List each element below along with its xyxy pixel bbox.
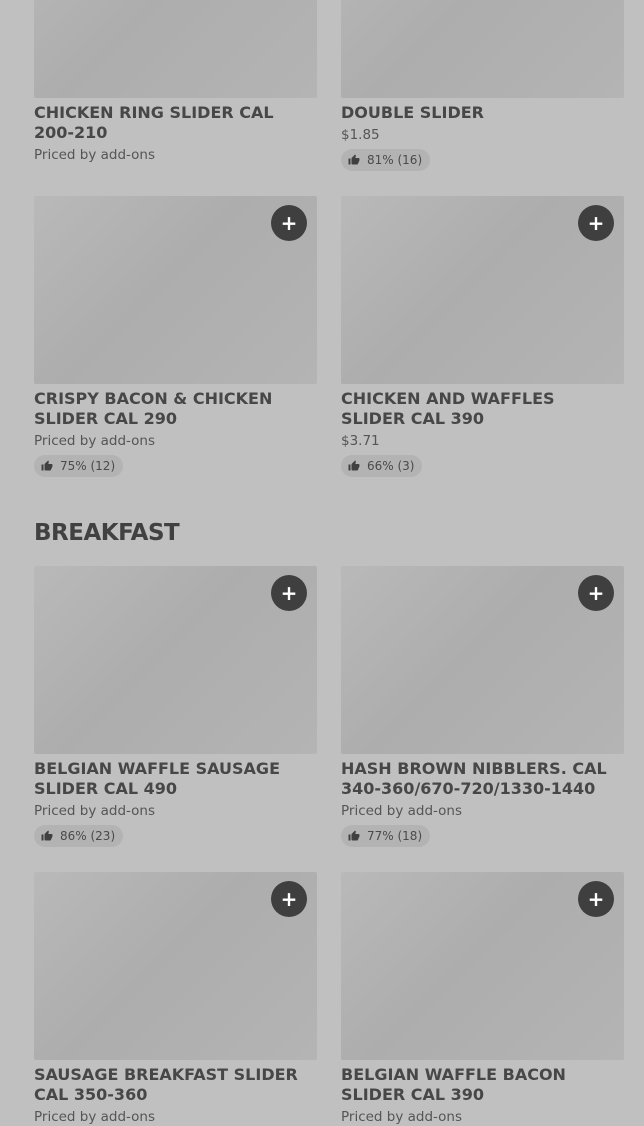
item-price: Priced by add-ons (34, 803, 156, 819)
add-item-button[interactable]: + (578, 205, 614, 241)
menu-item-card[interactable]: + BELGIAN WAFFLE SAUSAGE SLIDER CAL 490 … (34, 566, 317, 847)
item-image[interactable]: + (341, 872, 624, 1060)
item-title: BELGIAN WAFFLE BACON SLIDER CAL 390 (341, 1065, 566, 1104)
menu-item-card[interactable]: CHICKEN RING SLIDER CAL 200-210 Priced b… (34, 0, 317, 164)
add-item-button[interactable]: + (271, 575, 307, 611)
thumbs-up-icon (348, 460, 360, 471)
rating-badge: 77% (18) (341, 825, 431, 847)
item-title: CHICKEN RING SLIDER CAL 200-210 (34, 103, 274, 142)
plus-icon: + (587, 886, 605, 911)
item-price: Priced by add-ons (34, 433, 156, 449)
item-title: CRISPY BACON & CHICKEN SLIDER CAL 290 (34, 389, 273, 428)
menu-item-card[interactable]: + BELGIAN WAFFLE BACON SLIDER CAL 390 Pr… (341, 872, 624, 1126)
item-price: Priced by add-ons (34, 147, 156, 163)
thumbs-up-icon (348, 830, 360, 841)
item-image[interactable] (341, 0, 624, 98)
item-price: Priced by add-ons (341, 1109, 463, 1125)
item-price: Priced by add-ons (34, 1109, 156, 1125)
item-title: DOUBLE SLIDER (341, 103, 484, 122)
item-image[interactable]: + (341, 566, 624, 754)
plus-icon: + (587, 580, 605, 605)
add-item-button[interactable]: + (271, 881, 307, 917)
menu-item-card[interactable]: + CRISPY BACON & CHICKEN SLIDER CAL 290 … (34, 196, 317, 477)
menu-item-card[interactable]: + HASH BROWN NIBBLERS. CAL 340-360/670-7… (341, 566, 624, 847)
section-title: BREAKFAST (34, 520, 180, 546)
thumbs-up-icon (348, 154, 360, 165)
item-title: HASH BROWN NIBBLERS. CAL 340-360/670-720… (341, 759, 607, 798)
item-image[interactable]: + (34, 566, 317, 754)
item-image[interactable]: + (34, 872, 317, 1060)
rating-text: 75% (12) (60, 459, 116, 473)
rating-text: 77% (18) (367, 829, 423, 843)
add-item-button[interactable]: + (578, 575, 614, 611)
rating-badge: 75% (12) (34, 455, 124, 477)
plus-icon: + (280, 210, 298, 235)
menu-page: CHICKEN RING SLIDER CAL 200-210 Priced b… (0, 0, 644, 1125)
plus-icon: + (280, 580, 298, 605)
menu-item-card[interactable]: + CHICKEN AND WAFFLES SLIDER CAL 390 $3.… (341, 196, 624, 477)
plus-icon: + (587, 210, 605, 235)
item-title: BELGIAN WAFFLE SAUSAGE SLIDER CAL 490 (34, 759, 280, 798)
plus-icon: + (280, 886, 298, 911)
item-image[interactable]: + (341, 196, 624, 384)
item-title: SAUSAGE BREAKFAST SLIDER CAL 350-360 (34, 1065, 298, 1104)
add-item-button[interactable]: + (271, 205, 307, 241)
menu-item-card[interactable]: DOUBLE SLIDER $1.85 81% (16) (341, 0, 624, 171)
menu-item-card[interactable]: + SAUSAGE BREAKFAST SLIDER CAL 350-360 P… (34, 872, 317, 1126)
add-item-button[interactable]: + (578, 881, 614, 917)
rating-badge: 86% (23) (34, 825, 124, 847)
thumbs-up-icon (41, 830, 53, 841)
rating-text: 86% (23) (60, 829, 116, 843)
rating-text: 66% (3) (367, 459, 415, 473)
item-image[interactable]: + (34, 196, 317, 384)
rating-badge: 81% (16) (341, 149, 431, 171)
item-price: Priced by add-ons (341, 803, 463, 819)
thumbs-up-icon (41, 460, 53, 471)
item-price: $1.85 (341, 127, 380, 143)
rating-badge: 66% (3) (341, 455, 423, 477)
item-price: $3.71 (341, 433, 380, 449)
item-image[interactable] (34, 0, 317, 98)
item-title: CHICKEN AND WAFFLES SLIDER CAL 390 (341, 389, 555, 428)
rating-text: 81% (16) (367, 153, 423, 167)
